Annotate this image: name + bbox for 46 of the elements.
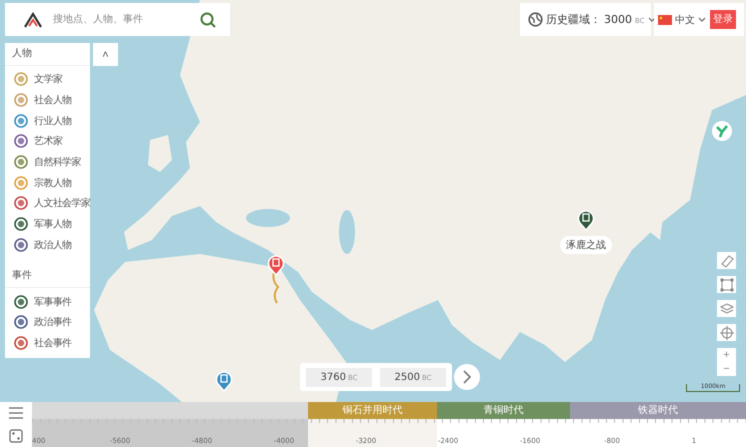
area-select-icon [718,276,734,292]
logo-icon [23,12,43,28]
category-item[interactable]: 艺术家 [5,131,90,152]
category-item[interactable]: 军事事件 [5,291,90,312]
inland-sea [339,210,355,254]
event-label[interactable]: 涿鹿之战 [560,236,612,254]
search-icon[interactable] [200,12,216,28]
category-item[interactable]: 宗教人物 [5,172,90,194]
chevron-down-icon [698,17,706,22]
ruler-icon [718,252,734,268]
collapse-button[interactable]: ˄ [93,43,118,66]
category-item[interactable]: 政治事件 [5,312,90,333]
list-icon [9,407,23,420]
language-selector[interactable]: 中文 [658,12,706,26]
layers-button[interactable] [717,300,736,317]
category-item[interactable]: 军事人物 [5,214,90,234]
y-logo-icon [712,121,732,141]
language-label: 中文 [675,14,695,26]
ruler-button[interactable] [717,252,736,269]
era-band[interactable]: 青铜时代 [437,402,570,419]
layers-icon [718,300,734,316]
search-field[interactable]: 搜地点、人物、事件 [51,13,192,26]
area-select-button[interactable] [717,276,736,293]
locate-button[interactable] [717,324,736,341]
inland-sea [246,209,290,227]
category-item[interactable]: 社会人物 [5,90,90,110]
category-item[interactable]: 人文社会学家 [5,193,90,214]
group-title: 事件 [5,265,90,288]
territory-label: 历史疆域： [546,12,601,27]
map-pin-icon[interactable] [577,209,595,231]
category-item[interactable]: 政治人物 [5,234,90,256]
locate-icon [718,324,734,340]
category-item[interactable]: 社会事件 [5,332,90,354]
category-item[interactable]: 行业人物 [5,110,90,132]
map-pin-icon[interactable] [267,254,285,276]
dice-icon [9,428,23,443]
login-button[interactable]: 登录 [710,10,736,29]
category-item[interactable]: 文学家 [5,69,90,90]
category-item[interactable]: 自然科学家 [5,152,90,172]
year-value: 3000 [604,13,632,26]
group-title: 人物 [5,43,90,66]
globe-icon [528,12,543,27]
flag-icon [658,14,672,24]
island [148,135,172,172]
map-pin-icon[interactable] [215,370,233,392]
chevron-right-icon [462,370,472,384]
